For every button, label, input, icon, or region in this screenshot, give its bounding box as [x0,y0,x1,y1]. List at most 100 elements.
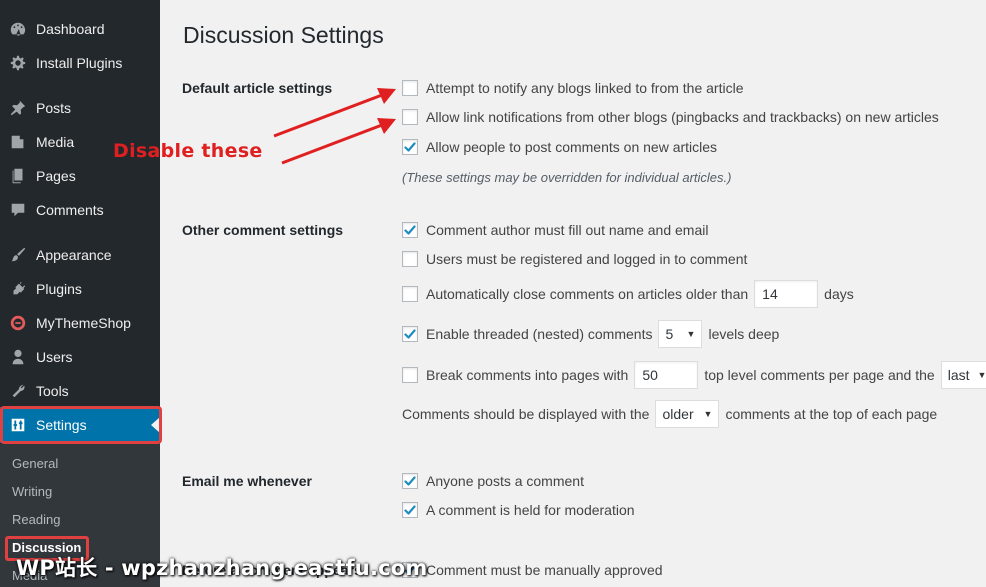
levels-suffix: levels deep [708,326,780,342]
sidebar-item-label: Settings [36,417,87,433]
mythemeshop-icon [0,314,36,332]
thread-depth-value: 5 [665,326,674,342]
option-comment-order: Comments should be displayed with the ol… [402,400,937,428]
settings-sliders-icon [0,416,36,434]
submenu-item-reading[interactable]: Reading [12,512,60,527]
sidebar-item-users[interactable]: Users [0,340,160,374]
option-label: Comment author must fill out name and em… [426,222,709,238]
checkmark-icon [404,225,416,235]
option-label: Allow people to post comments on new art… [426,139,718,155]
sidebar-item-label: MyThemeShop [36,315,131,331]
default-page-select[interactable]: last ▼ [940,361,986,389]
option-manual-approval[interactable]: Comment must be manually approved [402,559,663,581]
option-auto-close-comments[interactable]: Automatically close comments on articles… [402,280,854,308]
sidebar-item-label: Pages [36,168,76,184]
page-title: Discussion Settings [183,22,384,48]
pushpin-icon [0,99,36,117]
comments-per-page-input[interactable]: 50 [634,361,699,389]
wrench-icon [0,382,36,400]
annotation-disable-these: Disable these [113,140,263,162]
sidebar-item-plugins[interactable]: Plugins [0,272,160,306]
option-label: Allow link notifications from other blog… [426,109,939,125]
override-note: (These settings may be overridden for in… [402,170,732,185]
option-notify-linked-blogs[interactable]: Attempt to notify any blogs linked to fr… [402,77,744,99]
option-label: Comment must be manually approved [426,562,663,578]
close-days-input[interactable]: 14 [754,280,819,308]
comment-order-value: older [662,406,694,422]
sidebar-item-mythemeshop[interactable]: MyThemeShop [0,306,160,340]
sidebar-item-posts[interactable]: Posts [0,91,160,125]
sidebar-item-comments[interactable]: Comments [0,193,160,227]
checkbox-checked[interactable] [402,326,418,342]
checkmark-icon [404,142,416,152]
section-label-other-comment: Other comment settings [182,222,344,238]
option-author-fill-name-email[interactable]: Comment author must fill out name and em… [402,219,708,241]
sidebar-item-label: Posts [36,100,72,116]
sidebar-item-label: Dashboard [36,21,105,37]
option-label: A comment is held for moderation [426,502,635,518]
checkbox[interactable] [402,80,418,96]
submenu-item-writing[interactable]: Writing [12,484,52,499]
option-label: Users must be registered and logged in t… [426,251,748,267]
sidebar-item-label: Comments [36,202,104,218]
days-suffix: days [824,286,854,302]
plug-icon [0,280,36,298]
paintbrush-icon [0,246,36,264]
sidebar-item-label: Media [36,134,75,150]
sidebar-item-install-plugins[interactable]: Install Plugins [0,46,160,80]
checkmark-icon [404,329,416,339]
pages-icon [0,167,36,185]
checkmark-icon [404,505,416,515]
sidebar-item-tools[interactable]: Tools [0,374,160,408]
checkmark-icon [404,476,416,486]
option-threaded-comments[interactable]: Enable threaded (nested) comments 5 ▼ lev… [402,320,780,348]
option-label: Automatically close comments on articles… [426,286,749,302]
checkbox-checked[interactable] [402,502,418,518]
option-allow-comments[interactable]: Allow people to post comments on new art… [402,136,717,158]
thread-depth-select[interactable]: 5 ▼ [658,320,703,348]
option-email-on-comment[interactable]: Anyone posts a comment [402,470,584,492]
comment-order-select[interactable]: older ▼ [655,400,720,428]
media-icon [0,133,36,151]
checkbox-checked[interactable] [402,473,418,489]
speech-bubble-icon [0,201,36,219]
sidebar-item-settings[interactable]: Settings [0,407,160,443]
dashboard-icon [0,20,36,38]
watermark-text: WP站长 - wpzhanzhang.eastfu.com [16,556,428,580]
gear-icon [0,54,36,72]
per-page-text: top level comments per page and the [704,367,935,383]
chevron-down-icon: ▼ [703,409,713,419]
sidebar-item-label: Tools [36,383,69,399]
submenu-item-general[interactable]: General [12,456,58,471]
checkbox[interactable] [402,367,418,383]
sidebar-item-appearance[interactable]: Appearance [0,238,160,272]
sidebar-item-label: Plugins [36,281,82,297]
sidebar-item-label: Users [36,349,73,365]
default-page-value: last [947,367,970,383]
option-allow-pingbacks[interactable]: Allow link notifications from other blog… [402,106,939,128]
option-label: Break comments into pages with [426,367,629,383]
admin-sidebar: Dashboard Install Plugins Posts Media Pa… [0,0,162,587]
settings-content: Discussion Settings Default article sett… [160,0,986,587]
checkbox[interactable] [402,286,418,302]
sidebar-item-dashboard[interactable]: Dashboard [0,12,160,46]
option-paged-comments[interactable]: Break comments into pages with 50 top le… [402,361,986,389]
sidebar-item-label: Install Plugins [36,55,123,71]
sidebar-item-label: Appearance [36,247,112,263]
section-label-email: Email me whenever [182,473,312,489]
active-menu-pointer [151,417,160,433]
user-icon [0,348,36,366]
checkbox[interactable] [402,251,418,267]
checkbox-checked[interactable] [402,139,418,155]
section-label-default-article: Default article settings [182,80,333,96]
checkbox[interactable] [402,109,418,125]
option-email-on-moderation[interactable]: A comment is held for moderation [402,499,635,521]
sidebar-item-pages[interactable]: Pages [0,159,160,193]
option-label: Enable threaded (nested) comments [426,326,653,342]
option-label: Anyone posts a comment [426,473,584,489]
checkbox-checked[interactable] [402,222,418,238]
chevron-down-icon: ▼ [686,329,696,339]
order-prefix: Comments should be displayed with the [402,406,650,422]
chevron-down-icon: ▼ [977,370,986,380]
option-registered-users-only[interactable]: Users must be registered and logged in t… [402,248,747,270]
